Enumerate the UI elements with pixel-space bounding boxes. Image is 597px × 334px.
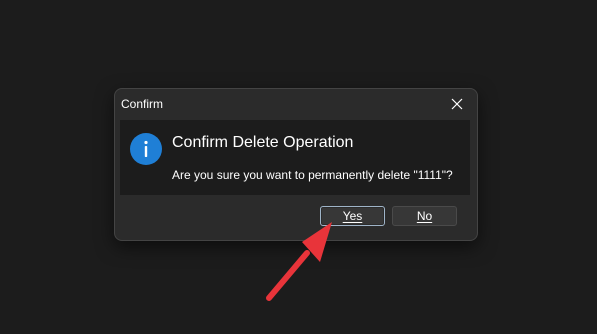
desktop-background: Confirm Confirm Delete Operation Are you… [0, 0, 597, 334]
info-icon [130, 133, 162, 165]
close-icon [451, 98, 463, 110]
message-body: Are you sure you want to permanently del… [172, 168, 453, 182]
message-heading: Confirm Delete Operation [172, 134, 354, 151]
dialog-title: Confirm [121, 97, 164, 111]
message-panel: Confirm Delete Operation Are you sure yo… [120, 120, 470, 195]
no-button[interactable]: No [392, 206, 457, 226]
confirm-dialog: Confirm Confirm Delete Operation Are you… [114, 88, 478, 241]
yes-button-label: Yes [342, 209, 363, 223]
red-arrow-icon [266, 222, 332, 301]
dialog-titlebar[interactable]: Confirm [115, 89, 477, 119]
no-button-label: No [416, 209, 433, 223]
close-button[interactable] [441, 92, 473, 116]
